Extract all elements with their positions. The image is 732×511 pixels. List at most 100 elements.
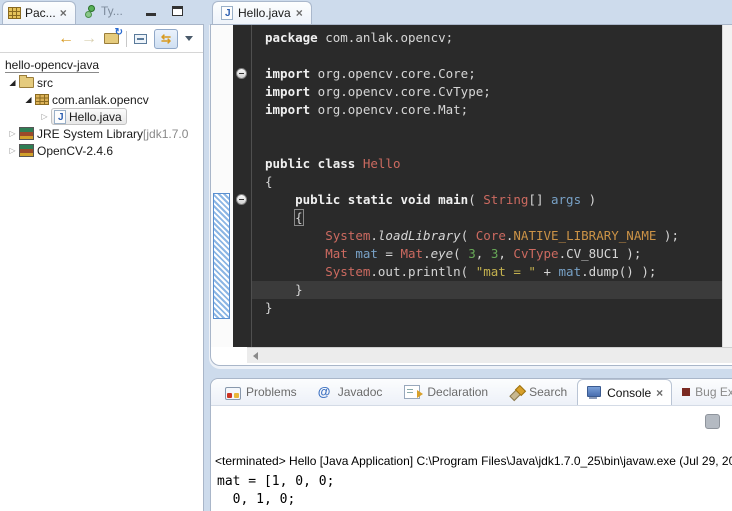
code-segment: public class [265,156,363,171]
console-output: mat = [1, 0, 0; 0, 1, 0; 0, 0, 1] [217,473,334,511]
fold-collapse-icon[interactable] [236,68,247,79]
code-line[interactable]: } [265,299,722,317]
collapse-all-icon[interactable] [134,34,147,44]
code-segment: [] [528,192,551,207]
view-menu-icon[interactable] [185,36,193,41]
close-icon[interactable]: × [60,7,67,19]
package-explorer-view: ← → ⇆ hello-opencv-java◢src◢com.anlak.op… [0,24,204,511]
tab-javadoc[interactable]: Javadoc [307,379,393,406]
close-icon[interactable]: × [656,387,663,399]
left-view-tabbar: Pac... × Ty... [0,0,205,24]
tab-package-explorer[interactable]: Pac... × [2,1,76,24]
code-segment [265,192,295,207]
code-segment: mat [559,264,582,279]
code-line[interactable] [265,137,722,155]
tab-search[interactable]: Search [498,379,577,406]
problems-icon [225,387,241,400]
expanded-arrow-icon[interactable]: ◢ [22,95,35,104]
code-segment: import [265,102,310,117]
maximize-view-button[interactable] [172,6,183,16]
tree-item[interactable]: ▷JRE System Library [jdk1.7.0 [0,125,203,142]
code-segment: } [265,300,273,315]
code-segment [265,210,295,225]
tree-item[interactable]: hello-opencv-java [0,57,203,74]
code-line[interactable]: { [265,209,722,227]
tab-type-hierarchy-label: Ty... [101,4,123,18]
fold-collapse-icon[interactable] [236,194,247,205]
tree-item[interactable]: ▷ Hello.java [0,108,203,125]
code-line[interactable]: import org.opencv.core.Mat; [265,101,722,119]
minimize-view-button[interactable] [146,13,156,16]
range-indicator [213,193,230,319]
tree-item[interactable]: ▷OpenCV-2.4.6 [0,142,203,159]
code-editor[interactable]: package com.anlak.opencv; import org.open… [211,25,732,347]
editor-area: package com.anlak.opencv; import org.open… [210,24,732,366]
code-segment: { [265,174,273,189]
code-segment: Hello [363,156,401,171]
tab-problems[interactable]: Problems [215,379,307,406]
console-view[interactable]: <terminated> Hello [Java Application] C:… [211,406,732,511]
vertical-scrollbar[interactable] [722,25,732,347]
tab-console[interactable]: Console× [577,379,672,406]
collapsed-arrow-icon[interactable]: ▷ [38,112,51,121]
code-line[interactable]: System.loadLibrary( Core.NATIVE_LIBRARY_… [265,227,722,245]
close-icon[interactable]: × [296,7,303,19]
code-line[interactable] [265,119,722,137]
code-segment: ( [453,246,468,261]
tab-label: Search [529,385,567,399]
tab-declaration[interactable]: Declaration [392,379,498,406]
code-line[interactable]: Mat mat = Mat.eye( 3, 3, CvType.CV_8UC1 … [265,245,722,263]
code-segment: import [265,66,310,81]
code-segment: ( [468,192,483,207]
tree-item[interactable]: ◢src [0,74,203,91]
collapsed-arrow-icon[interactable]: ▷ [6,129,19,138]
code-line[interactable]: import org.opencv.core.CvType; [265,83,722,101]
code-line[interactable]: package com.anlak.opencv; [265,29,722,47]
code-segment: Mat [400,246,423,261]
tab-label: Bug Explorer [695,385,732,399]
package-icon [35,94,49,105]
code-segment: .dump() ); [581,264,656,279]
bottom-panel: ProblemsJavadoc Declaration Search Console×… [210,378,732,511]
java-file-icon [54,110,66,124]
console-toolbar-button[interactable] [705,414,720,429]
tab-bug-explorer[interactable]: Bug Explorer [672,379,732,406]
tree-item-label: Hello.java [69,110,122,124]
code-segment: Core [476,228,506,243]
code-segment: . [370,228,378,243]
code-text[interactable]: package com.anlak.opencv; import org.open… [252,25,722,317]
toolbar-separator [126,31,127,47]
expanded-arrow-icon[interactable]: ◢ [6,78,19,87]
code-segment: 3 [468,246,476,261]
library-icon [19,127,34,140]
code-segment [265,228,325,243]
tab-label: Declaration [427,385,488,399]
code-line[interactable]: public static void main( String[] args ) [265,191,722,209]
editor-tab-hello-java[interactable]: Hello.java × [212,1,312,24]
code-segment: . [423,246,431,261]
code-segment: System [325,228,370,243]
code-line[interactable]: System.out.println( "mat = " + mat.dump(… [265,263,722,281]
code-segment: ); [656,228,679,243]
horizontal-scrollbar[interactable] [247,347,732,363]
code-line[interactable]: import org.opencv.core.Core; [265,65,722,83]
annotation-ruler[interactable] [211,25,233,347]
tree-selection: Hello.java [51,108,127,125]
code-line[interactable]: { [265,173,722,191]
code-segment: org.opencv.core.Mat; [310,102,468,117]
up-folder-icon[interactable] [104,33,119,44]
javadoc-icon [317,384,333,400]
scroll-left-arrow-icon[interactable] [253,352,258,360]
link-with-editor-icon[interactable]: ⇆ [154,29,178,49]
tree-item[interactable]: ◢com.anlak.opencv [0,91,203,108]
collapsed-arrow-icon[interactable]: ▷ [6,146,19,155]
code-line[interactable] [265,47,722,65]
code-line[interactable]: public class Hello [265,155,722,173]
code-segment: loadLibrary [378,228,461,243]
forward-arrow-icon[interactable]: → [81,31,97,47]
back-arrow-icon[interactable]: ← [58,31,74,47]
code-line[interactable]: } [265,281,722,299]
code-segment: ( [461,228,476,243]
tab-type-hierarchy[interactable]: Ty... [84,4,123,18]
code-segment [265,264,325,279]
